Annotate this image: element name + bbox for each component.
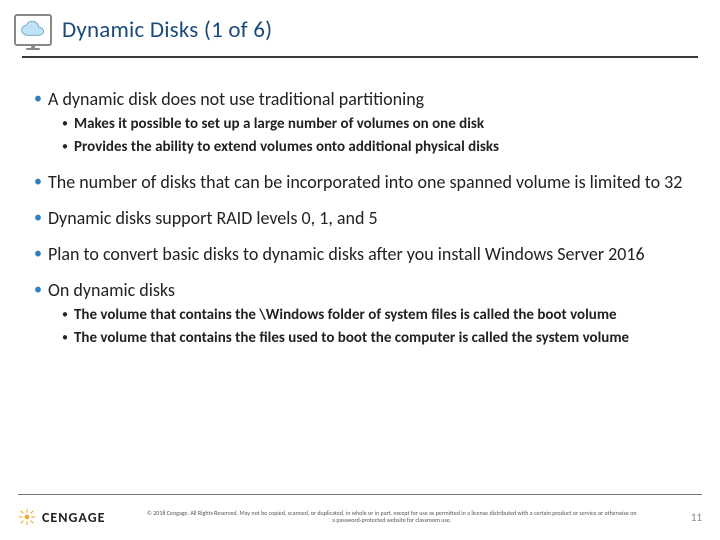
bullet-text: Plan to convert basic disks to dynamic d…	[48, 243, 645, 265]
list-item: • The number of disks that can be incorpo…	[34, 171, 686, 193]
page-number: 11	[678, 511, 702, 524]
list-item: • Dynamic disks support RAID levels 0, 1,…	[34, 207, 686, 229]
cloud-monitor-icon	[14, 14, 52, 46]
starburst-icon	[18, 508, 36, 526]
footer: CENGAGE © 2018 Cengage. All Rights Reser…	[0, 494, 720, 540]
list-item: • Plan to convert basic disks to dynamic …	[34, 243, 686, 265]
sub-bullet-icon: •	[62, 328, 68, 348]
brand-name: CENGAGE	[42, 509, 105, 526]
slide: Dynamic Disks (1 of 6) • A dynamic disk d…	[0, 0, 720, 540]
list-item: • A dynamic disk does not use traditional…	[34, 88, 686, 157]
brand-logo: CENGAGE	[18, 508, 105, 526]
slide-title: Dynamic Disks (1 of 6)	[62, 16, 272, 44]
sub-bullet-icon: •	[62, 114, 68, 134]
title-rule	[22, 56, 698, 58]
sub-bullet-text: The volume that contains the files used …	[74, 328, 629, 348]
sub-bullet-text: Makes it possible to set up a large numb…	[74, 114, 484, 134]
sub-bullet-icon: •	[62, 305, 68, 325]
bullet-icon: •	[34, 88, 42, 110]
bullet-text: A dynamic disk does not use traditional …	[48, 88, 424, 110]
bullet-list: • A dynamic disk does not use traditional…	[34, 88, 686, 348]
bullet-text: The number of disks that can be incorpor…	[48, 171, 682, 193]
list-item: • On dynamic disks • The volume that conta…	[34, 279, 686, 348]
bullet-icon: •	[34, 279, 42, 301]
sub-bullet-text: Provides the ability to extend volumes o…	[74, 137, 499, 157]
sub-bullet-text: The volume that contains the \Windows fo…	[74, 305, 617, 325]
bullet-text: Dynamic disks support RAID levels 0, 1, …	[48, 207, 378, 229]
header: Dynamic Disks (1 of 6)	[0, 0, 720, 56]
bullet-icon: •	[34, 207, 42, 229]
bullet-icon: •	[34, 243, 42, 265]
copyright-text: © 2018 Cengage. All Rights Reserved. May…	[105, 510, 678, 524]
body: • A dynamic disk does not use traditional…	[0, 58, 720, 540]
bullet-icon: •	[34, 171, 42, 193]
bullet-text: On dynamic disks	[48, 279, 175, 301]
sub-bullet-icon: •	[62, 137, 68, 157]
